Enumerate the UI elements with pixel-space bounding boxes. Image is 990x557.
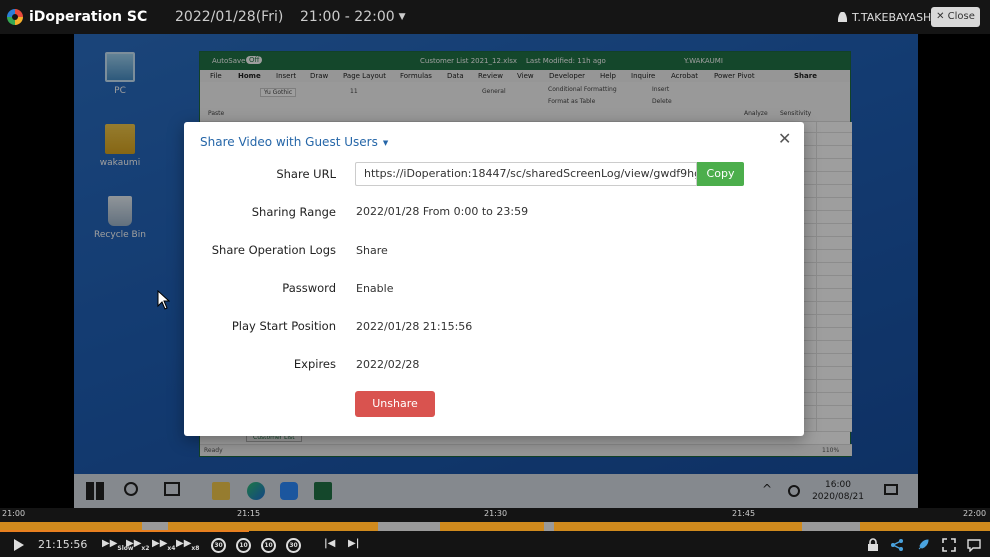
user-name: T.TAKEBAYASHI <box>852 11 935 24</box>
password-label: Password <box>282 281 336 295</box>
share-icon[interactable] <box>890 538 904 552</box>
app-title: iDoperation SC <box>29 9 148 25</box>
timeline-gap <box>378 522 440 531</box>
speed-x8-button[interactable]: ▶▶x8 <box>176 538 199 552</box>
speed-x4-button[interactable]: ▶▶x4 <box>152 538 175 552</box>
timeline-tick: 21:45 <box>732 509 756 518</box>
play-icon[interactable] <box>14 539 24 551</box>
rewind-30-button[interactable]: 30 <box>211 538 226 553</box>
timeline-tick: 21:30 <box>484 509 508 518</box>
rewind-10-button[interactable]: 10 <box>236 538 251 553</box>
previous-event-icon[interactable]: |◀ <box>324 538 335 549</box>
time-range-dropdown[interactable]: 21:00 - 22:00 ▼ <box>300 9 406 25</box>
unshare-button[interactable]: Unshare <box>355 391 435 417</box>
skip-label: 30 <box>289 542 298 549</box>
copy-button[interactable]: Copy <box>697 162 744 186</box>
timeline-gap <box>802 522 860 531</box>
player-controls: 21:00 21:15 21:30 21:45 22:00 21:15:56 ▶… <box>0 508 990 557</box>
close-button-label: Close <box>947 11 975 22</box>
share-url-label: Share URL <box>276 167 336 181</box>
skip-label: 10 <box>264 542 273 549</box>
session-date: 2022/01/28(Fri) <box>175 9 284 25</box>
rocket-icon[interactable] <box>916 538 930 552</box>
time-range-label: 21:00 - 22:00 <box>300 9 395 25</box>
timeline-tick: 21:15 <box>237 509 261 518</box>
app-logo-icon <box>7 9 23 25</box>
timeline-progress <box>0 530 250 532</box>
lock-icon[interactable] <box>866 538 880 552</box>
share-operation-logs-value: Share <box>356 244 388 257</box>
timeline-tick: 22:00 <box>963 509 987 518</box>
current-time: 21:15:56 <box>38 538 88 551</box>
user-icon <box>838 12 847 22</box>
password-value: Enable <box>356 282 394 295</box>
share-operation-logs-label: Share Operation Logs <box>211 243 336 257</box>
close-button[interactable]: ✕ Close <box>931 7 980 27</box>
dialog-title-dropdown[interactable]: Share Video with Guest Users ▼ <box>200 135 388 149</box>
dialog-title: Share Video with Guest Users <box>200 135 378 149</box>
skip-label: 10 <box>239 542 248 549</box>
chevron-down-icon: ▼ <box>398 12 406 22</box>
next-event-icon[interactable]: ▶| <box>348 538 359 549</box>
sharing-range-label: Sharing Range <box>251 205 336 219</box>
timeline-gap <box>544 522 554 531</box>
comment-icon[interactable] <box>967 538 981 552</box>
speed-label: x4 <box>167 545 176 552</box>
share-video-dialog: Share Video with Guest Users ▼ ✕ Share UR… <box>184 122 804 436</box>
chevron-down-icon: ▼ <box>382 138 389 147</box>
timeline-ticks: 21:00 21:15 21:30 21:45 22:00 <box>0 508 990 520</box>
current-user: T.TAKEBAYASHI <box>838 11 935 24</box>
mouse-cursor-icon <box>157 290 170 310</box>
speed-label: x8 <box>191 545 200 552</box>
expires-value: 2022/02/28 <box>356 358 420 371</box>
timeline-tick: 21:00 <box>2 509 26 518</box>
top-bar: iDoperation SC 2022/01/28(Fri) 21:00 - 2… <box>0 0 990 34</box>
dialog-close-icon[interactable]: ✕ <box>778 129 791 148</box>
fullscreen-icon[interactable] <box>942 538 956 552</box>
play-start-position-value: 2022/01/28 21:15:56 <box>356 320 473 333</box>
share-url-input[interactable]: https://iDoperation:18447/sc/sharedScree… <box>355 162 697 186</box>
sharing-range-value: 2022/01/28 From 0:00 to 23:59 <box>356 205 529 218</box>
forward-10-button[interactable]: 10 <box>261 538 276 553</box>
play-start-position-label: Play Start Position <box>231 319 336 333</box>
forward-30-button[interactable]: 30 <box>286 538 301 553</box>
expires-label: Expires <box>293 357 336 371</box>
speed-label: x2 <box>141 545 150 552</box>
skip-label: 30 <box>214 542 223 549</box>
speed-x2-button[interactable]: ▶▶x2 <box>126 538 149 552</box>
